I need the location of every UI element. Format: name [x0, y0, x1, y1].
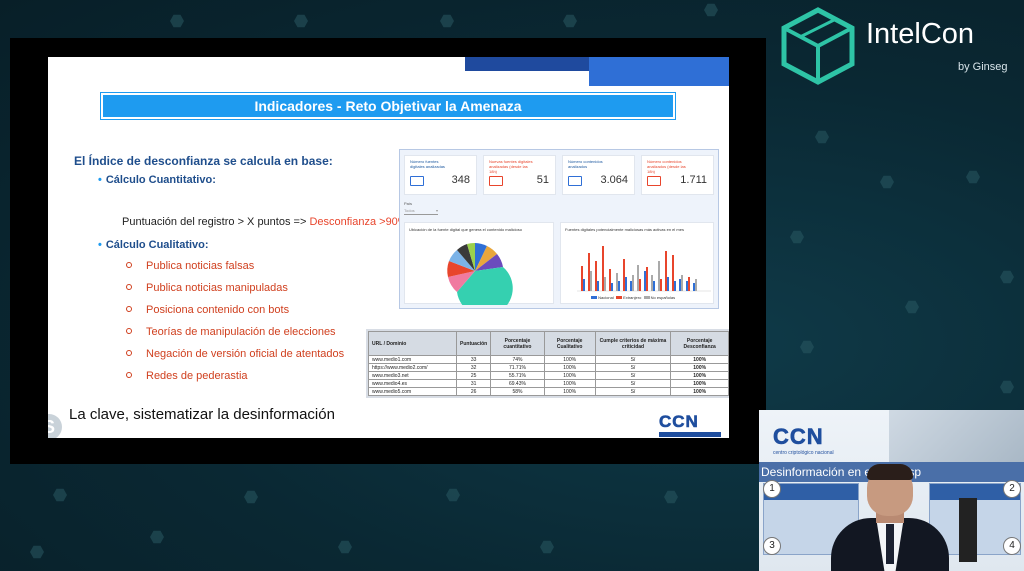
webcam-feed: CCN centro criptológico nacional Desinfo… — [759, 410, 1024, 571]
slide-top-bar-light — [589, 57, 729, 86]
table-row: www.medio4.es 31 69.43% 100% Sí 100% — [368, 379, 729, 388]
desconfianza-table: URL / Dominio Puntuación Porcentaje cuan… — [366, 329, 729, 398]
quant-text: Puntuación del registro > X puntos => — [122, 216, 307, 228]
kpi-value: 51 — [536, 174, 549, 186]
kpi-label: Nuevas fuentes digitales analizadas (des… — [489, 159, 533, 174]
step-number: 4 — [1003, 537, 1021, 555]
table-header-cell: URL / Dominio — [368, 331, 457, 356]
ccn-logo: CCN — [659, 412, 721, 437]
filter-value: Todos — [404, 208, 415, 213]
cam-ccn-sub: centro criptológico nacional — [773, 450, 834, 456]
speaker-hair — [867, 464, 913, 480]
slide-intro: El Índice de desconfianza se calcula en … — [74, 154, 333, 168]
kpi-card: Número contenidos analizados (desde las … — [641, 155, 714, 195]
table-row: https://www.medio2.com/32 71.71% 100% Sí 100… — [368, 363, 729, 372]
step-number: 2 — [1003, 480, 1021, 498]
table-header-cell: Porcentaje Desconfianza — [670, 331, 729, 356]
cube-logo-icon — [781, 7, 855, 85]
filter-dropdown[interactable]: Todos ▾ — [404, 208, 438, 215]
table-row: www.medio3.net 25 55.71% 100% Sí 100% — [368, 371, 729, 380]
slide-top-bar-dark — [465, 57, 589, 71]
pie-chart-panel: Ubicación de la fuente digital que gener… — [404, 222, 554, 305]
ccn-logo-bar — [659, 432, 721, 437]
kpi-label: Número fuentes digitales analizadas — [410, 159, 445, 169]
cam-ccn-logo: CCN — [773, 424, 824, 450]
quant-highlight: Desconfianza >90% — [309, 216, 408, 228]
table-header-cell: Cumple criterios de máxima criticidad — [594, 331, 672, 356]
qual-item: Publica noticias falsas — [126, 260, 254, 272]
qual-item: Publica noticias manipuladas — [126, 282, 288, 294]
table-header-cell: Porcentaje Cualitativo — [543, 331, 596, 356]
qual-item: Redes de pederastia — [126, 370, 248, 382]
qual-item: Posiciona contenido con bots — [126, 304, 289, 316]
slide-conclusion: La clave, sistematizar la desinformación — [69, 406, 335, 423]
qual-item: Teorías de manipulación de elecciones — [126, 326, 336, 338]
filter-label: País — [404, 201, 413, 206]
ccn-letters: CCN — [659, 412, 699, 432]
kpi-value: 3.064 — [600, 174, 628, 186]
pie-chart — [447, 242, 513, 305]
pie-chart-title: Ubicación de la fuente digital que gener… — [409, 227, 522, 232]
monitor-icon — [489, 176, 503, 186]
skype-icon[interactable]: S — [48, 414, 62, 438]
kpi-label: Número contenidos analizados (desde las … — [647, 159, 686, 174]
cam-keyboard-hands — [889, 410, 1024, 462]
kpi-card: Nuevas fuentes digitales analizadas (des… — [483, 155, 556, 195]
slide-title: Indicadores - Reto Objetivar la Amenaza — [100, 92, 676, 120]
speaker-tie — [886, 524, 894, 564]
brand-name: IntelCon — [866, 18, 975, 50]
kpi-value: 348 — [451, 174, 470, 186]
bar-chart-panel: Fuentes digitales potencialmente malicio… — [560, 222, 714, 304]
dashboard-screenshot: Número fuentes digitales analizadas 348 … — [399, 149, 719, 309]
step-number: 1 — [763, 480, 781, 498]
table-header-row: URL / Dominio Puntuación Porcentaje cuan… — [368, 331, 729, 356]
quant-rule: Puntuación del registro > X puntos => De… — [122, 216, 408, 228]
qual-item: Negación de versión oficial de atentados — [126, 348, 344, 360]
quant-bullet: • Cálculo Cuantitativo: — [98, 174, 216, 186]
document-icon — [568, 176, 582, 186]
qual-bullet: • Cálculo Cualitativo: — [98, 239, 209, 251]
microphone-stand — [959, 498, 977, 562]
table-row: www.medio1.com 33 74% 100% Sí 100% — [368, 355, 729, 364]
kpi-card: Número contenidos analizados 3.064 — [562, 155, 635, 195]
document-icon — [647, 176, 661, 186]
presentation-stage: Indicadores - Reto Objetivar la Amenaza … — [10, 38, 766, 464]
monitor-icon — [410, 176, 424, 186]
chevron-down-icon: ▾ — [435, 208, 438, 213]
qual-label: Cálculo Cualitativo: — [105, 239, 209, 251]
table-header-cell: Porcentaje cuantitativo — [490, 331, 545, 356]
step-number: 3 — [763, 537, 781, 555]
kpi-label: Número contenidos analizados — [568, 159, 603, 169]
bullet-dot: • — [98, 174, 102, 186]
bar-chart — [577, 246, 711, 292]
table-row: www.medio5.com 26 58% 100% Sí 100% — [368, 387, 729, 396]
bullet-dot: • — [98, 239, 102, 251]
brand-sub: by Ginseg — [958, 61, 1008, 73]
bar-chart-legend: Nacional Extranjero No españolas — [591, 295, 675, 300]
slide: Indicadores - Reto Objetivar la Amenaza … — [48, 57, 729, 438]
kpi-value: 1.711 — [680, 174, 707, 186]
quant-label: Cálculo Cuantitativo: — [105, 174, 216, 186]
kpi-card: Número fuentes digitales analizadas 348 — [404, 155, 477, 195]
intelcon-brand: IntelCon by Ginseg — [778, 6, 1018, 86]
table-header-cell: Puntuación — [455, 331, 492, 356]
